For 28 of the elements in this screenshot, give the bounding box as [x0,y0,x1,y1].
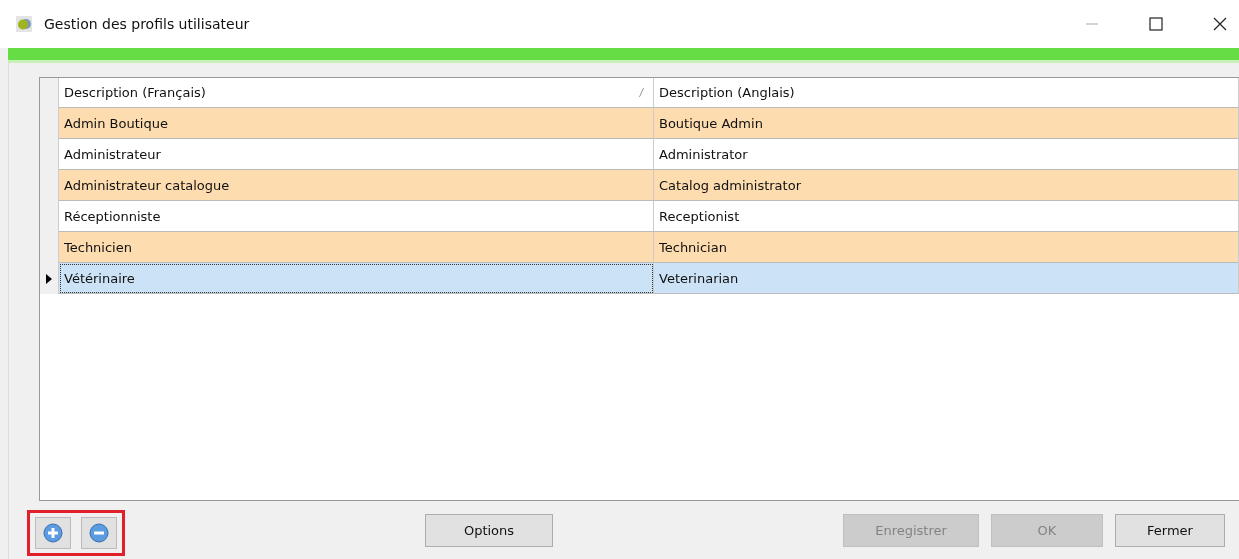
maximize-icon[interactable] [1149,17,1163,31]
app-icon [16,16,32,32]
table-cell: Veterinarian [654,263,1239,294]
add-button[interactable] [35,517,71,549]
table-cell: Catalog administrator [654,170,1239,201]
dialog-button[interactable]: Options [425,513,553,547]
table-row[interactable]: Vétérinaire Veterinarian [40,263,1239,294]
plus-icon [43,523,63,543]
close-icon[interactable] [1213,17,1227,31]
sort-mark: / [639,87,643,98]
table-cell: Vétérinaire [59,263,654,294]
column-header[interactable]: Description (Anglais) [654,78,1239,108]
window-title: Gestion des profils utilisateur [44,16,250,32]
row-header [40,78,59,108]
remove-button[interactable] [81,517,117,549]
table-row[interactable]: Administrateur catalogue Catalog administrator [40,170,1239,201]
table-cell: Technicien [59,232,654,263]
row-header[interactable] [40,263,59,294]
minus-icon [89,523,109,543]
table-cell: Administrateur catalogue [59,170,654,201]
table-row[interactable]: Admin Boutique Boutique Admin [40,108,1239,139]
table-cell: Technician [654,232,1239,263]
row-pointer-icon [46,273,52,284]
table-cell: Boutique Admin [654,108,1239,139]
table-cell: Admin Boutique [59,108,654,139]
dialog-button[interactable]: Fermer [1115,513,1225,547]
column-header[interactable]: Description (Français) / [59,78,654,108]
table-row[interactable]: Technicien Technician [40,232,1239,263]
